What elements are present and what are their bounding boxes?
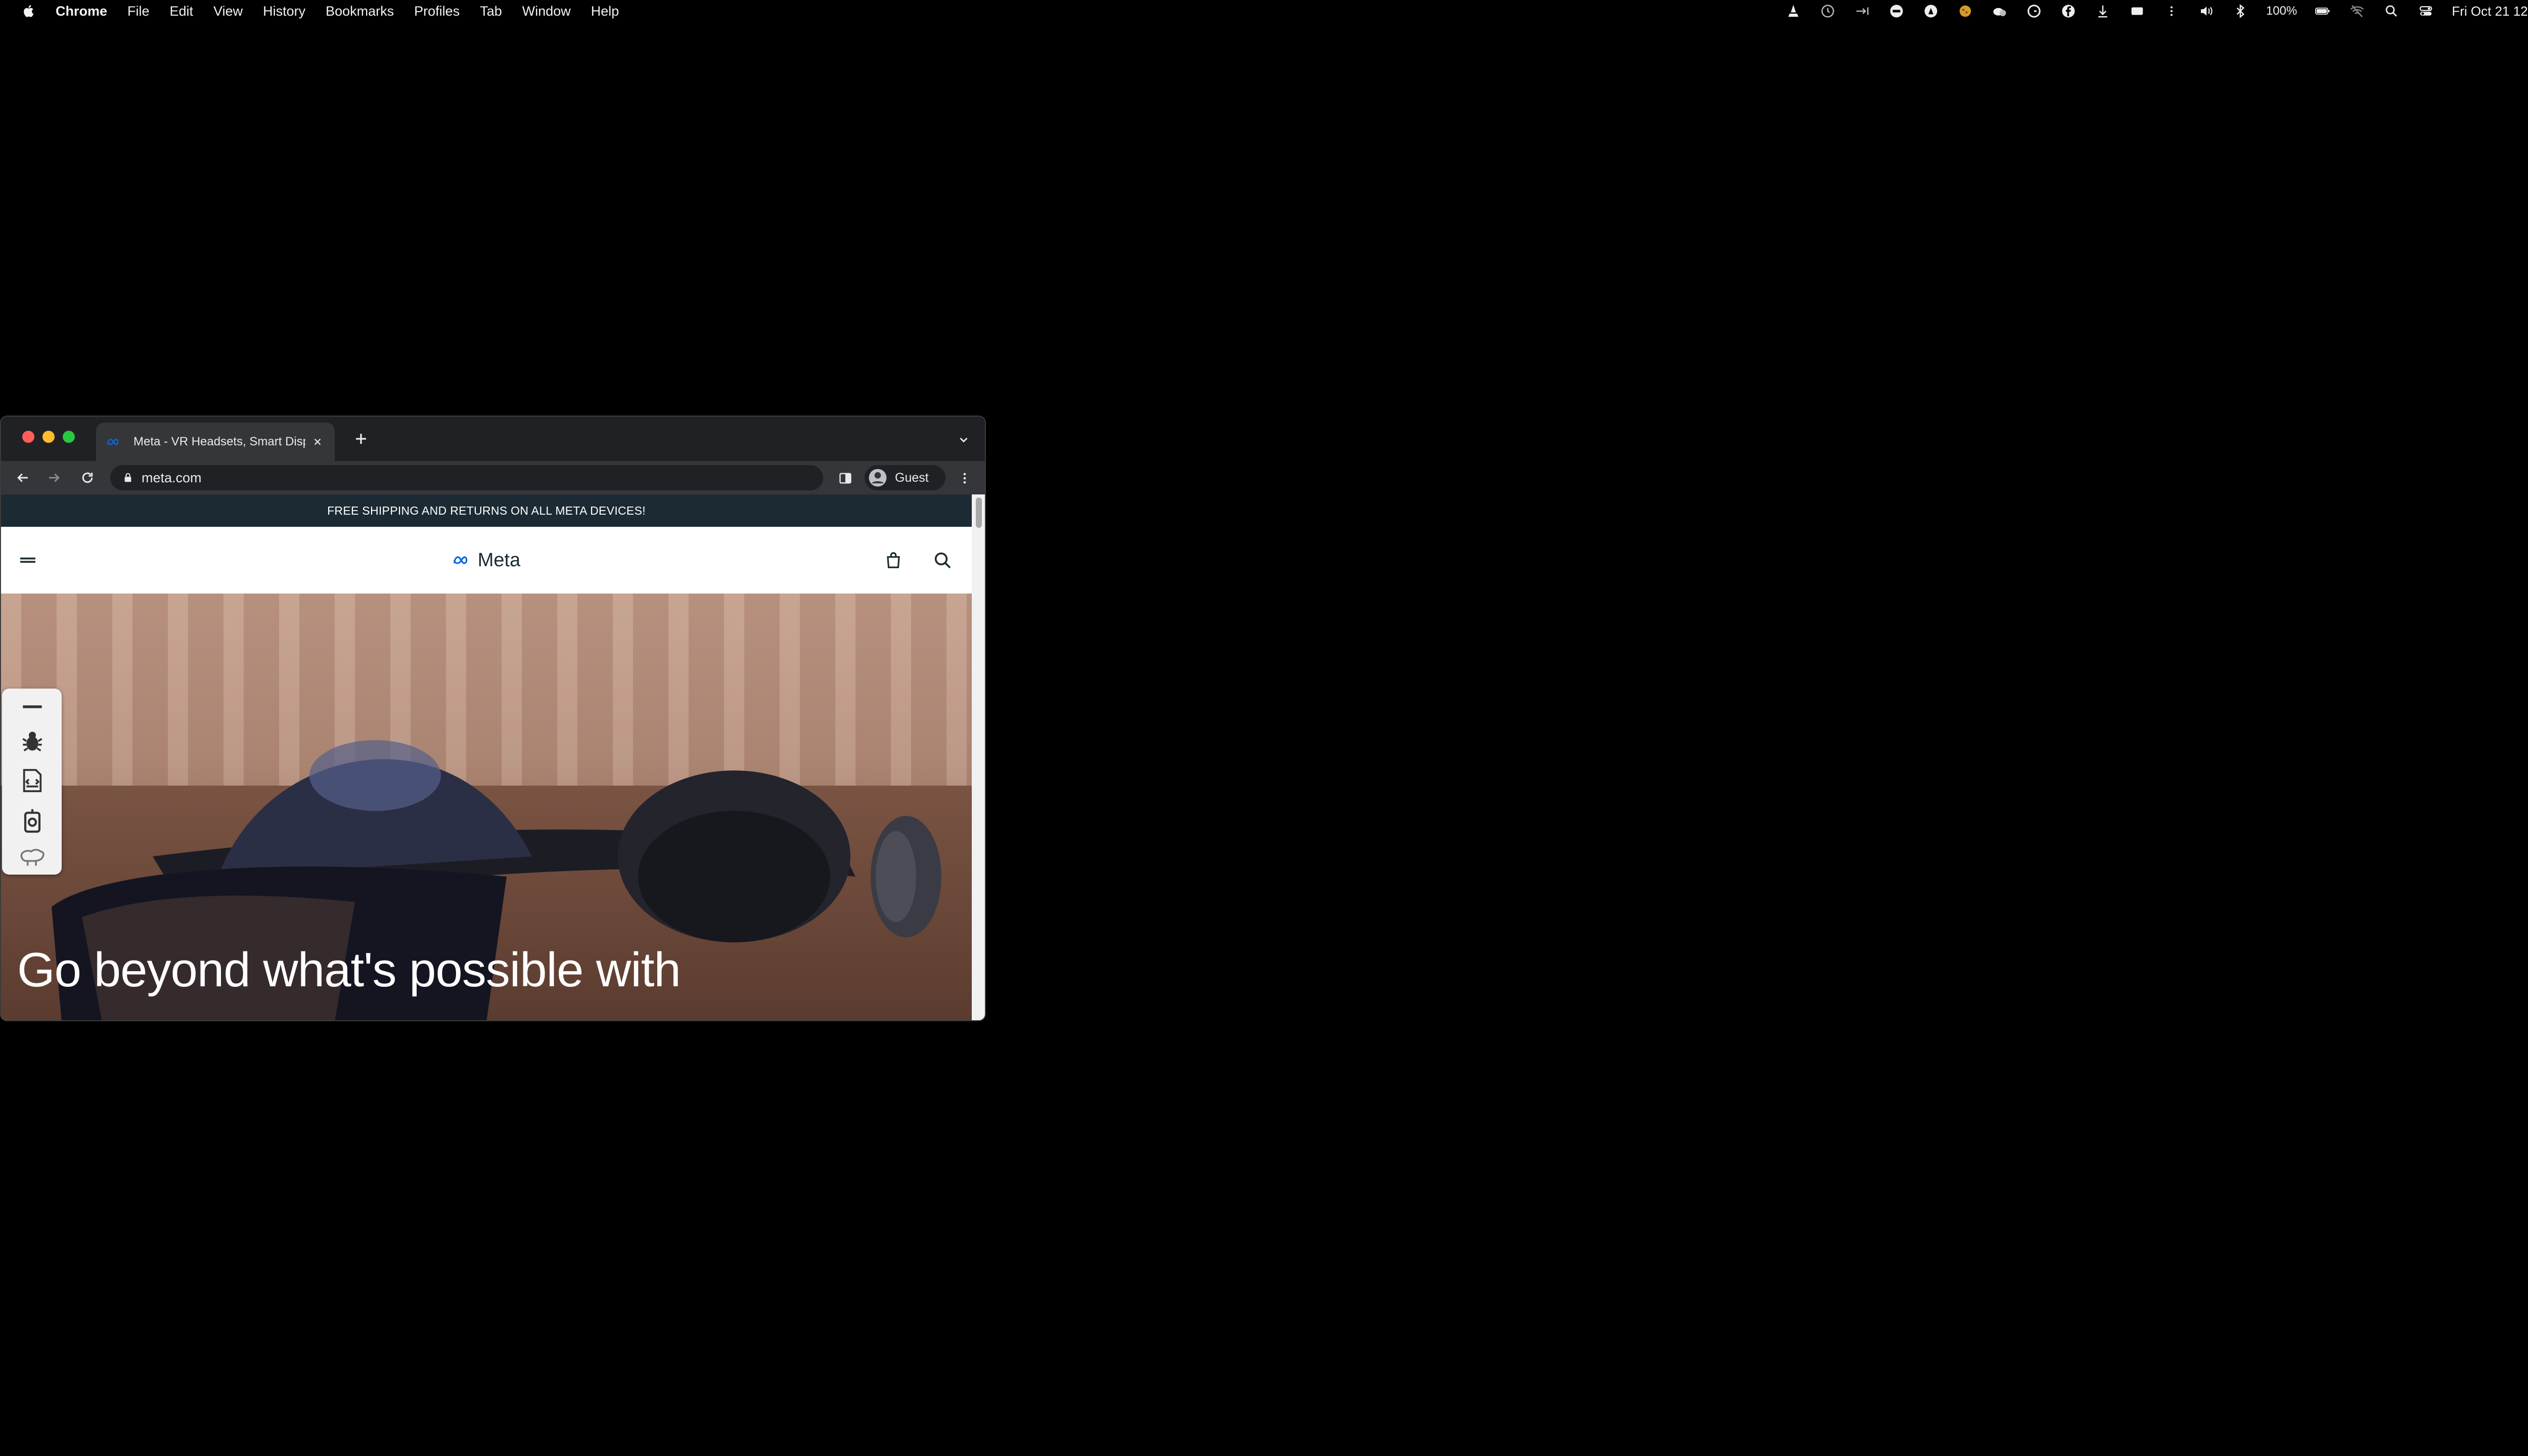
reload-button[interactable] [76,466,99,489]
menu-window[interactable]: Window [522,4,571,19]
meta-logo[interactable]: Meta [453,546,520,574]
apple-menu-icon[interactable] [19,0,39,22]
new-tab-button[interactable] [350,428,372,450]
shipping-banner: FREE SHIPPING AND RETURNS ON ALL META DE… [1,494,972,527]
tab-search-chevron-icon[interactable] [954,431,974,449]
dash-circle-icon[interactable] [1888,3,1905,20]
menubar-clock[interactable]: Fri Oct 21 12:48 PM [2452,4,2528,19]
status-tray: 100% Fri Oct 21 12:48 PM [1785,0,2528,22]
back-button[interactable] [11,466,34,489]
palette-collapse-icon[interactable] [16,691,49,723]
meta-logo-text: Meta [477,549,521,571]
device-tag-icon[interactable] [16,805,49,837]
address-bar[interactable]: meta.com [110,465,823,490]
hero-heading: Go beyond what's possible with [17,943,681,997]
cloud-sync-icon[interactable] [1991,3,2008,20]
vlc-icon[interactable] [1785,3,1802,20]
battery-percent: 100% [2266,4,2297,18]
grammarly-icon[interactable] [2025,3,2043,20]
bug-icon[interactable] [16,725,49,757]
tab-meta[interactable]: Meta - VR Headsets, Smart Displays & Mor… [96,423,335,461]
lock-icon[interactable] [121,471,134,484]
scrollbar-thumb[interactable] [976,497,982,528]
close-window-button[interactable] [22,431,34,443]
tab-strip: Meta - VR Headsets, Smart Displays & Mor… [1,417,985,461]
macos-menubar: Chrome File Edit View History Bookmarks … [0,0,2528,22]
profile-label: Guest [895,470,929,485]
code-file-icon[interactable] [16,764,49,797]
keyboard-icon[interactable] [2129,3,2146,20]
forward-button[interactable] [42,466,66,489]
menu-tab[interactable]: Tab [480,4,502,19]
sheep-icon[interactable] [16,841,49,874]
floating-tool-palette [2,689,62,875]
zoom-window-button[interactable] [63,431,75,443]
menu-profiles[interactable]: Profiles [414,4,460,19]
menu-app-chrome[interactable]: Chrome [56,4,107,19]
menu-file[interactable]: File [127,4,150,19]
battery-icon[interactable] [2314,3,2331,20]
site-search-icon[interactable] [930,548,955,572]
tab-close-icon[interactable] [309,434,326,450]
hamburger-menu-icon[interactable] [16,549,39,571]
control-center-icon[interactable] [2417,3,2434,20]
menu-bookmarks[interactable]: Bookmarks [326,4,394,19]
profile-button[interactable]: Guest [865,465,945,490]
menu-edit[interactable]: Edit [170,4,194,19]
chrome-menu-icon[interactable] [956,468,974,488]
volume-icon[interactable] [2197,3,2215,20]
menu-help[interactable]: Help [591,4,619,19]
wifi-off-icon[interactable] [2349,3,2366,20]
chrome-window: Meta - VR Headsets, Smart Displays & Mor… [0,416,986,1021]
guest-avatar-icon [868,468,888,488]
minimize-window-button[interactable] [42,431,55,443]
url-text: meta.com [142,470,202,485]
tab-title: Meta - VR Headsets, Smart Displays & Mor… [133,435,305,448]
facebook-icon[interactable] [2060,3,2077,20]
cookie-icon[interactable] [1957,3,1974,20]
menu-history[interactable]: History [263,4,305,19]
more-dots-icon[interactable] [2163,3,2180,20]
download-icon[interactable] [2094,3,2111,20]
shipping-banner-text: FREE SHIPPING AND RETURNS ON ALL META DE… [327,504,646,517]
spotlight-search-icon[interactable] [2383,3,2400,20]
hero-section: Go beyond what's possible with [1,594,972,1020]
shopping-bag-icon[interactable] [882,548,905,572]
bluetooth-icon[interactable] [2232,3,2249,20]
pen-circle-icon[interactable] [1922,3,1939,20]
arrows-icon[interactable] [1854,3,1871,20]
meta-infinity-icon [454,556,468,564]
browser-toolbar: meta.com Guest [1,461,985,494]
meta-favicon-icon [106,436,126,448]
menu-view[interactable]: View [213,4,243,19]
page-scrollbar[interactable] [972,494,985,1020]
timer-icon[interactable] [1819,3,1836,20]
side-panel-icon[interactable] [835,468,855,488]
site-header: Meta [1,527,972,594]
page-viewport: FREE SHIPPING AND RETURNS ON ALL META DE… [1,494,972,1020]
